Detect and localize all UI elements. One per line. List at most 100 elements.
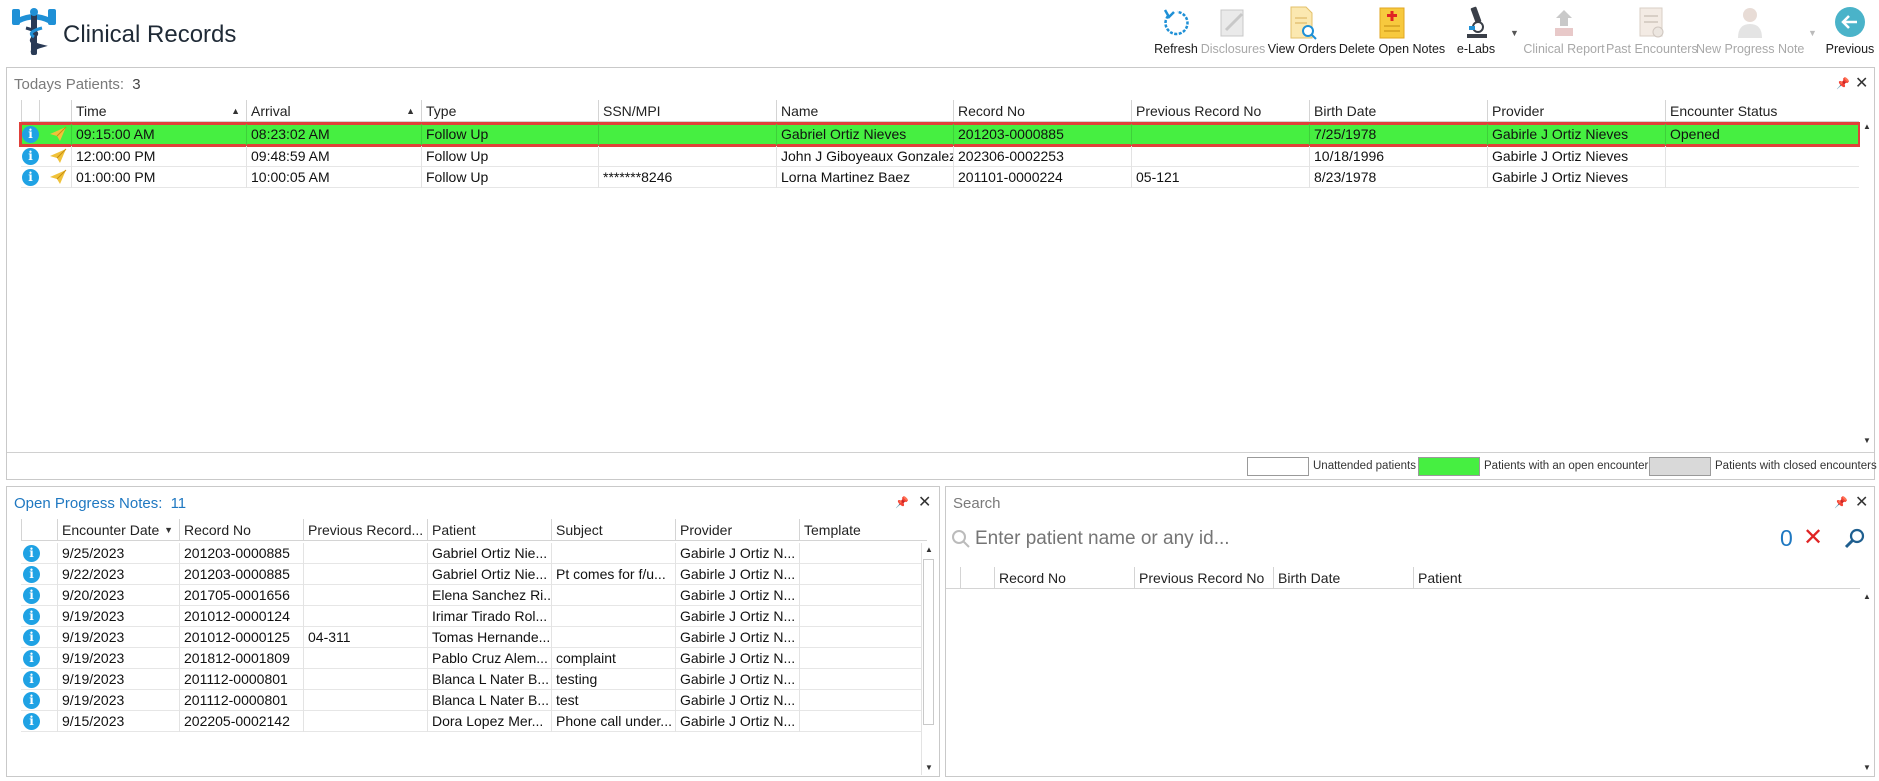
info-icon[interactable]: i — [23, 629, 40, 646]
previous-button[interactable]: Previous — [1824, 4, 1876, 60]
previous-arrow-icon — [1835, 7, 1865, 37]
scroll-up-icon[interactable]: ▲ — [1860, 590, 1874, 604]
info-icon[interactable]: i — [23, 713, 40, 730]
cell-previous-record — [303, 648, 427, 669]
disclosures-label: Disclosures — [1200, 42, 1266, 56]
info-icon[interactable]: i — [23, 566, 40, 583]
close-icon[interactable]: ✕ — [1855, 492, 1868, 512]
microscope-icon — [1467, 6, 1487, 38]
past-encounters-button[interactable]: Past Encounters — [1606, 4, 1698, 60]
col-patient[interactable]: Patient — [427, 519, 551, 541]
col-provider[interactable]: Provider — [675, 519, 799, 541]
info-icon[interactable]: i — [22, 169, 39, 186]
cell-subject — [551, 585, 675, 606]
pin-icon[interactable]: 📌 — [895, 496, 909, 509]
new-progress-note-button[interactable]: New Progress Note — [1696, 4, 1804, 60]
legend-open-swatch — [1418, 457, 1480, 476]
col-arrival[interactable]: Arrival ▲ — [246, 100, 421, 122]
col-birth-date[interactable]: Birth Date — [1309, 100, 1487, 122]
cell-subject — [551, 627, 675, 648]
col-provider-label: Provider — [680, 522, 733, 538]
col-prev-record-label: Previous Record No — [1139, 570, 1265, 586]
disclosures-button[interactable]: Disclosures — [1200, 4, 1266, 60]
send-icon — [50, 126, 67, 141]
info-icon[interactable]: i — [22, 148, 39, 165]
todays-patients-count: 3 — [132, 76, 141, 93]
search-go-icon[interactable] — [1844, 527, 1866, 549]
col-provider[interactable]: Provider — [1487, 100, 1665, 122]
clear-search-icon[interactable]: ✕ — [1803, 523, 1823, 552]
info-icon[interactable]: i — [22, 126, 39, 143]
progress-note-dropdown-arrow-icon[interactable]: ▼ — [1808, 28, 1818, 38]
col-previous-record-no[interactable]: Previous Record No — [1131, 100, 1309, 122]
search-vertical-scrollbar[interactable]: ▲ ▼ — [1860, 590, 1874, 775]
send-icon — [50, 169, 67, 184]
clinical-report-button[interactable]: Clinical Report — [1522, 4, 1606, 60]
col-record-no[interactable]: Record No — [994, 567, 1134, 589]
list-item[interactable]: i 9/22/2023 201203-0000885 Gabriel Ortiz Ni… — [21, 564, 921, 585]
cell-previous-record — [303, 669, 427, 690]
info-icon[interactable]: i — [23, 608, 40, 625]
scroll-thumb[interactable] — [923, 559, 934, 725]
col-time[interactable]: Time ▲ — [71, 100, 246, 122]
list-item[interactable]: i 9/19/2023 201012-0000124 Irimar Tirado Ro… — [21, 606, 921, 627]
scroll-down-icon[interactable]: ▼ — [1860, 761, 1874, 775]
refresh-button[interactable]: Refresh — [1150, 4, 1202, 60]
todays-vertical-scrollbar[interactable]: ▲ ▼ — [1860, 120, 1874, 448]
col-name[interactable]: Name — [776, 100, 953, 122]
list-item[interactable]: i 9/19/2023 201112-0000801 Blanca L Nater B… — [21, 669, 921, 690]
col-encounter-date[interactable]: Encounter Date ▼ — [57, 519, 179, 541]
elabs-dropdown-arrow-icon[interactable]: ▼ — [1510, 28, 1520, 38]
col-type[interactable]: Type — [421, 100, 598, 122]
elabs-button[interactable]: e-Labs — [1452, 4, 1500, 60]
view-orders-button[interactable]: View Orders — [1266, 4, 1338, 60]
col-ssn[interactable]: SSN/MPI — [598, 100, 776, 122]
info-icon[interactable]: i — [23, 692, 40, 709]
cell-subject — [551, 543, 675, 564]
cell-subject: Pt comes for f/u... — [551, 564, 675, 585]
table-row[interactable]: i 12:00:00 PM 09:48:59 AM Follow Up John… — [21, 146, 1859, 167]
scroll-down-icon[interactable]: ▼ — [1860, 434, 1874, 448]
list-item[interactable]: i 9/25/2023 201203-0000885 Gabriel Ortiz Ni… — [21, 543, 921, 564]
scroll-up-icon[interactable]: ▲ — [1860, 120, 1874, 134]
col-previous-record-no[interactable]: Previous Record No — [1134, 567, 1273, 589]
info-icon[interactable]: i — [23, 671, 40, 688]
info-icon[interactable]: i — [23, 587, 40, 604]
list-item[interactable]: i 9/15/2023 202205-0002142 Dora Lopez Mer..… — [21, 711, 921, 732]
pin-icon[interactable]: 📌 — [1836, 77, 1850, 90]
cell-birth-date: 7/25/1978 — [1309, 124, 1487, 145]
col-subject[interactable]: Subject — [551, 519, 675, 541]
close-icon[interactable]: ✕ — [1855, 73, 1868, 93]
delete-open-notes-button[interactable]: Delete Open Notes — [1338, 4, 1446, 60]
info-icon[interactable]: i — [23, 545, 40, 562]
col-provider-label: Provider — [1492, 103, 1545, 119]
col-birth-date[interactable]: Birth Date — [1273, 567, 1413, 589]
legend-divider — [7, 452, 1874, 453]
col-record-no[interactable]: Record No — [179, 519, 303, 541]
list-item[interactable]: i 9/19/2023 201112-0000801 Blanca L Nater B… — [21, 690, 921, 711]
open-notes-title: Open Progress Notes: 11 — [14, 495, 186, 512]
col-record-no[interactable]: Record No — [953, 100, 1131, 122]
pin-icon[interactable]: 📌 — [1834, 496, 1848, 509]
col-encounter-status[interactable]: Encounter Status — [1665, 100, 1859, 122]
cell-previous-record — [303, 543, 427, 564]
search-input[interactable] — [975, 525, 1615, 553]
col-previous-record[interactable]: Previous Record... — [303, 519, 427, 541]
info-icon[interactable]: i — [23, 650, 40, 667]
close-icon[interactable]: ✕ — [918, 492, 931, 512]
cell-record-no: 201203-0000885 — [179, 564, 303, 585]
cell-record-no: 201101-0000224 — [953, 167, 1131, 188]
cell-record-no: 201012-0000124 — [179, 606, 303, 627]
list-item[interactable]: i 9/20/2023 201705-0001656 Elena Sanchez Ri… — [21, 585, 921, 606]
col-template[interactable]: Template — [799, 519, 927, 541]
cell-patient: Tomas Hernande... — [427, 627, 551, 648]
list-item[interactable]: i 9/19/2023 201012-0000125 04-311 Tomas Hern… — [21, 627, 921, 648]
scroll-up-icon[interactable]: ▲ — [922, 543, 936, 557]
table-row[interactable]: i 09:15:00 AM 08:23:02 AM Follow Up Gabr… — [19, 122, 1861, 147]
col-patient[interactable]: Patient — [1413, 567, 1860, 589]
scroll-down-icon[interactable]: ▼ — [922, 761, 936, 775]
list-item[interactable]: i 9/19/2023 201812-0001809 Pablo Cruz Alem.… — [21, 648, 921, 669]
cell-template — [799, 669, 921, 690]
table-row[interactable]: i 01:00:00 PM 10:00:05 AM Follow Up ****… — [21, 167, 1859, 188]
notes-vertical-scrollbar[interactable]: ▲ ▼ — [921, 543, 935, 775]
